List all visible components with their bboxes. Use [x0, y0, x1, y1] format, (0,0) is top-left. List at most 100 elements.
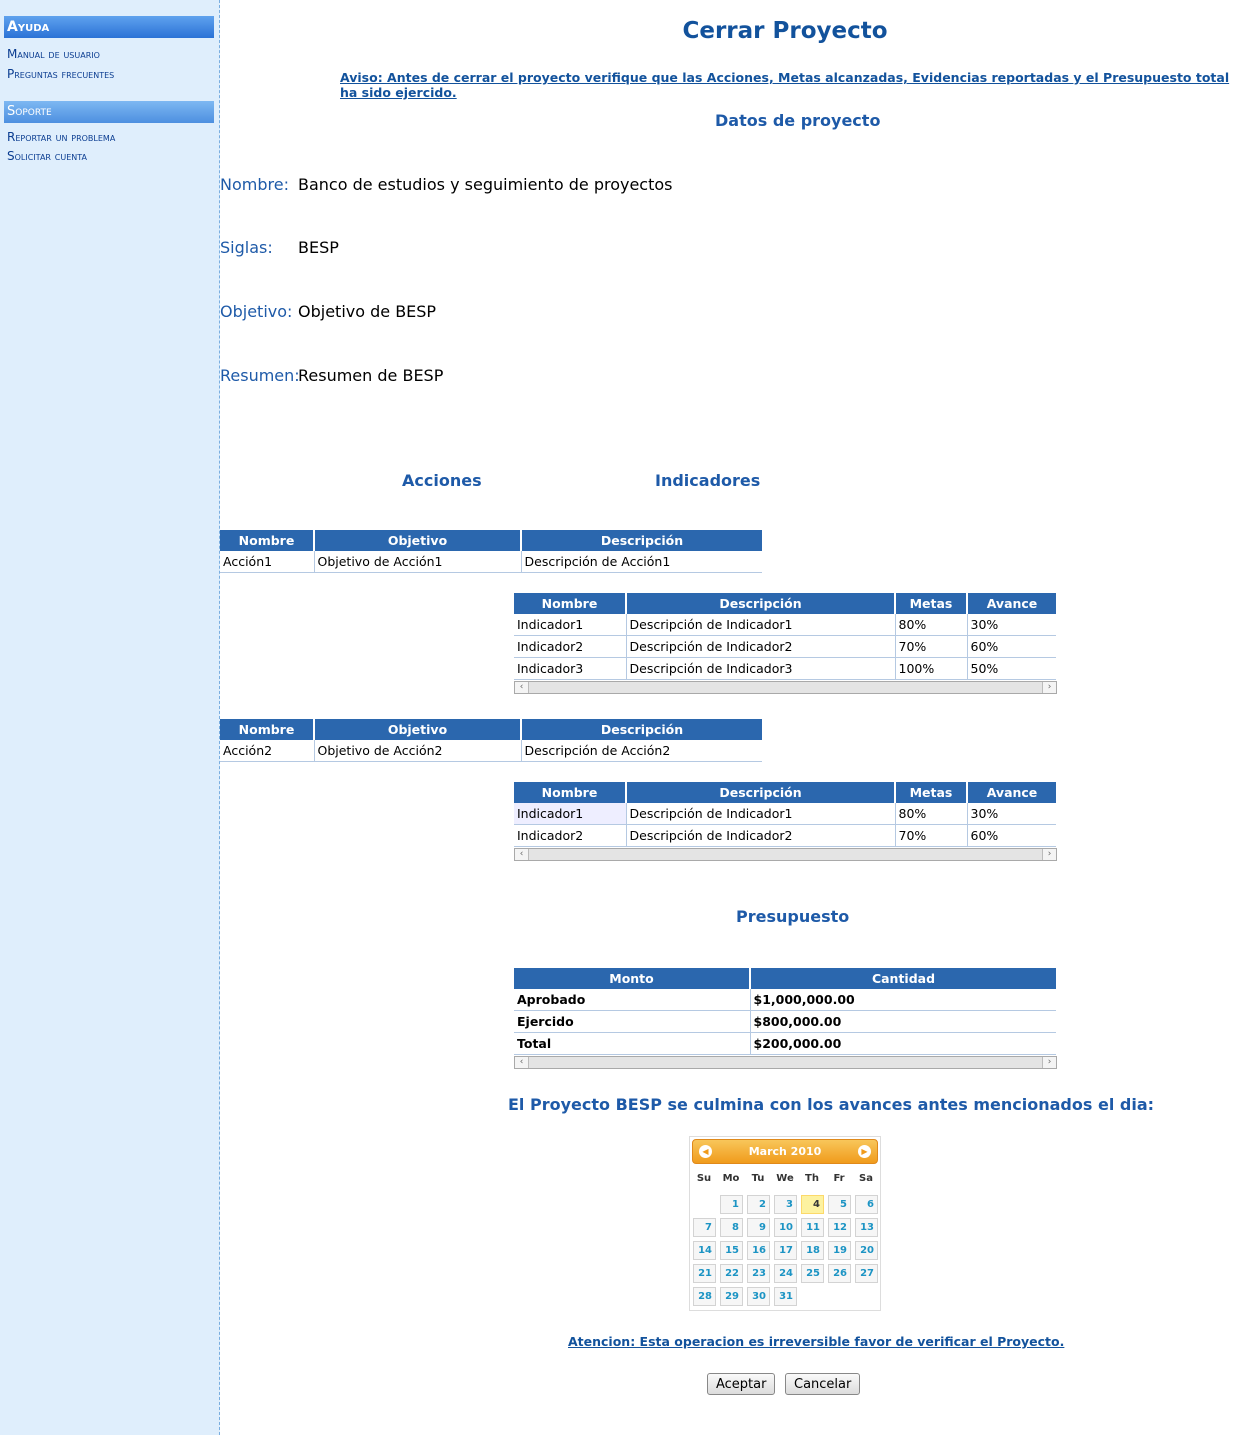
sidebar-link-faq[interactable]: Preguntas frecuentes	[0, 64, 219, 84]
col-header-objetivo[interactable]: Objetivo	[314, 719, 522, 740]
calendar-day[interactable]: 15	[720, 1241, 743, 1260]
calendar-day[interactable]: 2	[747, 1195, 770, 1214]
atencion-link[interactable]: Atencion: Esta operacion es irreversible…	[568, 1334, 1064, 1349]
calendar-day[interactable]: 25	[801, 1264, 824, 1283]
indicador-table-2: Nombre Descripción Metas Avance Indicado…	[514, 782, 1056, 847]
cell-cantidad: $800,000.00	[750, 1010, 1056, 1033]
warning-link[interactable]: Aviso: Antes de cerrar el proyecto verif…	[340, 70, 1244, 100]
calendar-day[interactable]: 6	[855, 1195, 878, 1214]
calendar-day[interactable]: 20	[855, 1241, 878, 1260]
sidebar-link-manual[interactable]: Manual de usuario	[0, 44, 219, 64]
col-header-nombre[interactable]: Nombre	[514, 782, 627, 803]
col-header-avance[interactable]: Avance	[967, 593, 1056, 614]
calendar-day[interactable]: 23	[747, 1264, 770, 1283]
next-month-icon[interactable]: ▶	[858, 1145, 871, 1158]
calendar-day[interactable]: 30	[747, 1287, 770, 1306]
horizontal-scrollbar[interactable]: ‹ ›	[514, 681, 1057, 694]
horizontal-scrollbar[interactable]: ‹ ›	[514, 1056, 1057, 1069]
col-header-descripcion[interactable]: Descripción	[626, 593, 896, 614]
calendar-day[interactable]: 28	[693, 1287, 716, 1306]
cell-nombre: Indicador2	[514, 824, 627, 847]
scroll-right-icon[interactable]: ›	[1042, 1057, 1056, 1068]
cell-metas: 70%	[895, 635, 968, 658]
main-content: Cerrar Proyecto Aviso: Antes de cerrar e…	[220, 0, 1244, 1435]
col-header-metas[interactable]: Metas	[895, 782, 968, 803]
calendar-day[interactable]: 3	[774, 1195, 797, 1214]
cancelar-button[interactable]: Cancelar	[785, 1373, 861, 1395]
calendar-day[interactable]: 7	[693, 1218, 716, 1237]
col-header-avance[interactable]: Avance	[967, 782, 1056, 803]
col-header-cantidad[interactable]: Cantidad	[750, 968, 1056, 989]
calendar-day[interactable]: 12	[828, 1218, 851, 1237]
calendar-day[interactable]: 22	[720, 1264, 743, 1283]
col-header-descripcion[interactable]: Descripción	[521, 719, 762, 740]
calendar-day[interactable]: 4	[801, 1195, 824, 1214]
calendar-day[interactable]: 10	[774, 1218, 797, 1237]
nombre-label: Nombre:	[220, 175, 289, 194]
cell-monto: Ejercido	[514, 1010, 751, 1033]
cell-nombre: Acción1	[220, 551, 315, 573]
col-header-monto[interactable]: Monto	[514, 968, 751, 989]
calendar-day[interactable]: 24	[774, 1264, 797, 1283]
scroll-left-icon[interactable]: ‹	[515, 1057, 529, 1068]
col-header-objetivo[interactable]: Objetivo	[314, 530, 522, 551]
cell-avance: 30%	[967, 803, 1056, 825]
scroll-left-icon[interactable]: ‹	[515, 682, 529, 693]
table-row[interactable]: Acción1 Objetivo de Acción1 Descripción …	[220, 551, 762, 573]
scroll-right-icon[interactable]: ›	[1042, 682, 1056, 693]
calendar-day[interactable]: 1	[720, 1195, 743, 1214]
table-row[interactable]: Indicador1 Descripción de Indicador1 80%…	[514, 803, 1056, 825]
calendar-day[interactable]: 21	[693, 1264, 716, 1283]
table-row[interactable]: Indicador3 Descripción de Indicador3 100…	[514, 657, 1056, 680]
table-row[interactable]: Indicador1 Descripción de Indicador1 80%…	[514, 614, 1056, 636]
calendar-month-label: March 2010	[748, 1145, 822, 1158]
scroll-left-icon[interactable]: ‹	[515, 849, 529, 860]
calendar-day[interactable]: 9	[747, 1218, 770, 1237]
siglas-value: BESP	[298, 238, 339, 257]
calendar-day[interactable]: 13	[855, 1218, 878, 1237]
culmina-text: El Proyecto BESP se culmina con los avan…	[508, 1095, 1155, 1114]
calendar-day[interactable]: 5	[828, 1195, 851, 1214]
col-header-descripcion[interactable]: Descripción	[626, 782, 896, 803]
date-picker-calendar[interactable]: ◀ March 2010 ▶ Su Mo Tu We Th Fr Sa 1 2 3 4 5 6 7 8 9 10…	[689, 1136, 881, 1311]
sidebar-link-reportar-problema[interactable]: Reportar un problema	[0, 127, 219, 147]
calendar-day[interactable]: 16	[747, 1241, 770, 1260]
table-row[interactable]: Indicador2 Descripción de Indicador2 70%…	[514, 824, 1056, 847]
calendar-day[interactable]: 18	[801, 1241, 824, 1260]
col-header-nombre[interactable]: Nombre	[220, 719, 315, 740]
col-header-nombre[interactable]: Nombre	[514, 593, 627, 614]
calendar-day[interactable]: 19	[828, 1241, 851, 1260]
calendar-day[interactable]: 8	[720, 1218, 743, 1237]
table-row[interactable]: Total $200,000.00	[514, 1032, 1056, 1055]
table-row[interactable]: Indicador2 Descripción de Indicador2 70%…	[514, 635, 1056, 658]
siglas-label: Siglas:	[220, 238, 273, 257]
table-row[interactable]: Acción2 Objetivo de Acción2 Descripción …	[220, 740, 762, 762]
sidebar-heading-soporte: Soporte	[4, 101, 214, 123]
scroll-right-icon[interactable]: ›	[1042, 849, 1056, 860]
table-row[interactable]: Ejercido $800,000.00	[514, 1010, 1056, 1033]
calendar-day[interactable]: 26	[828, 1264, 851, 1283]
calendar-day[interactable]: 31	[774, 1287, 797, 1306]
cell-nombre: Indicador1	[514, 614, 627, 636]
calendar-day[interactable]: 11	[801, 1218, 824, 1237]
cell-avance: 50%	[967, 657, 1056, 680]
col-header-metas[interactable]: Metas	[895, 593, 968, 614]
cell-descripcion: Descripción de Indicador1	[626, 614, 896, 636]
objetivo-value: Objetivo de BESP	[298, 302, 437, 321]
col-header-descripcion[interactable]: Descripción	[521, 530, 762, 551]
horizontal-scrollbar[interactable]: ‹ ›	[514, 848, 1057, 861]
calendar-day[interactable]: 14	[693, 1241, 716, 1260]
accion-table-2: Nombre Objetivo Descripción Acción2 Obje…	[220, 719, 762, 762]
aceptar-button[interactable]: Aceptar	[707, 1373, 776, 1395]
col-header-nombre[interactable]: Nombre	[220, 530, 315, 551]
calendar-day[interactable]: 29	[720, 1287, 743, 1306]
cell-monto: Aprobado	[514, 989, 751, 1011]
calendar-day[interactable]: 27	[855, 1264, 878, 1283]
table-row[interactable]: Aprobado $1,000,000.00	[514, 989, 1056, 1011]
calendar-day[interactable]: 17	[774, 1241, 797, 1260]
calendar-header: ◀ March 2010 ▶	[692, 1139, 878, 1164]
presupuesto-heading: Presupuesto	[736, 907, 850, 926]
indicador-table-1: Nombre Descripción Metas Avance Indicado…	[514, 593, 1056, 680]
weekday-label: Mo	[722, 1173, 740, 1184]
sidebar-link-solicitar-cuenta[interactable]: Solicitar cuenta	[0, 147, 219, 165]
